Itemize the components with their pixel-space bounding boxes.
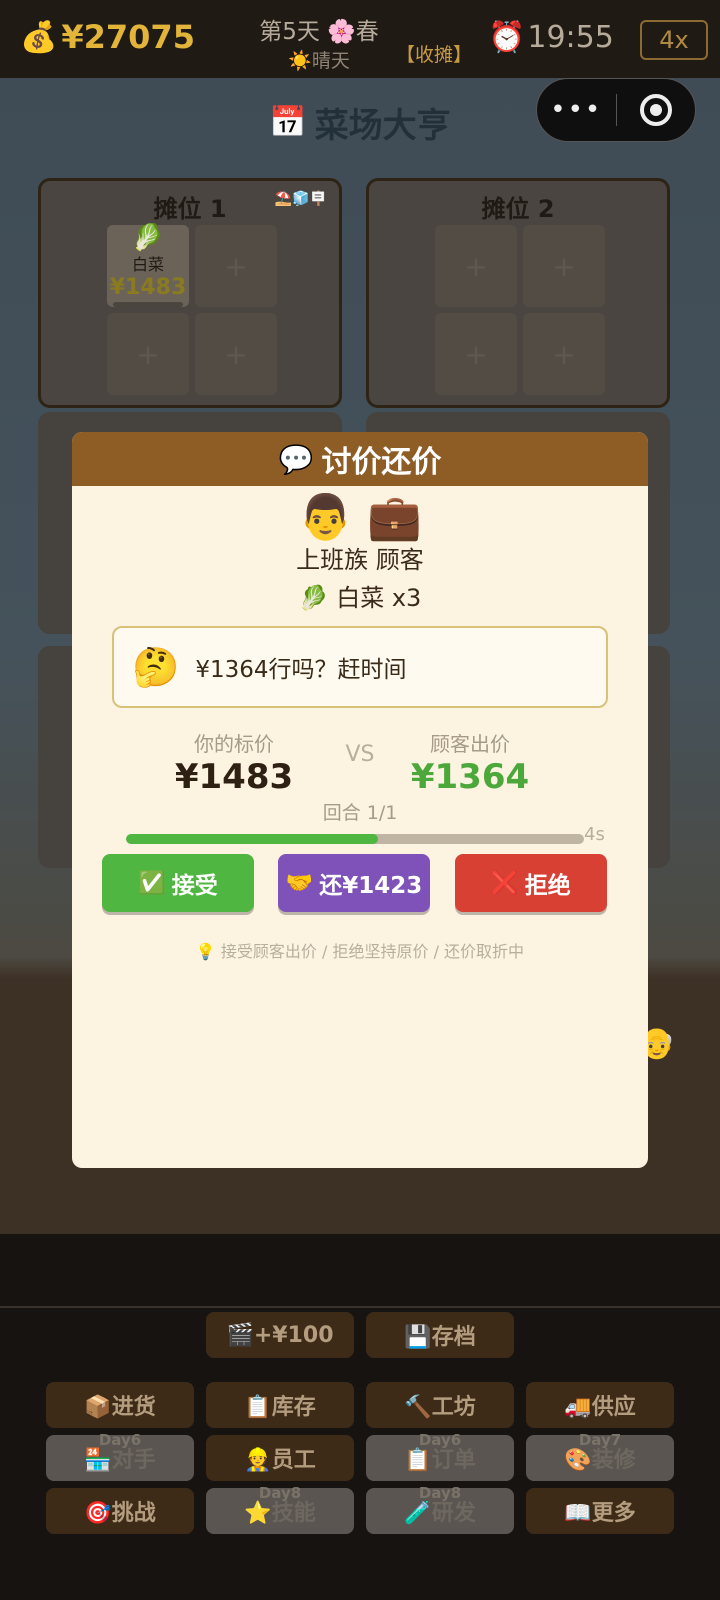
money-value: ¥27075 (61, 18, 195, 56)
accept-button[interactable]: ✅ 接受 (102, 854, 254, 912)
menu-button-label: 📦进货 (84, 1395, 156, 1420)
menu-button-7[interactable]: 🎨装修 Day7 (526, 1431, 674, 1481)
dialog-header: 💬 讨价还价 (72, 432, 648, 486)
menu-button-label: 📖更多 (564, 1501, 636, 1526)
menu-button-label: 👷员工 (244, 1448, 316, 1473)
cross-icon: ❌ (491, 870, 519, 896)
menu-button-3[interactable]: 🚚供应 (526, 1382, 674, 1428)
requested-item: 🥬 白菜 x3 (298, 584, 422, 612)
reject-button[interactable]: ❌ 拒绝 (455, 854, 607, 912)
accept-label: 接受 (171, 873, 218, 899)
menu-button-2[interactable]: 🔨工坊 (366, 1382, 514, 1428)
check-icon: ✅ (138, 870, 166, 896)
stall-slot-empty[interactable]: + (523, 313, 605, 395)
offer-price-value: ¥1364 (410, 757, 530, 797)
stall-slot-empty[interactable]: + (435, 313, 517, 395)
slot-item-price: ¥1483 (109, 275, 187, 300)
blossom-icon: 🌸 (327, 19, 356, 45)
menu-button-label: 📋库存 (244, 1395, 316, 1420)
unlock-day-label: Day7 (578, 1431, 622, 1449)
day-info: 第5天 🌸春 ☀️晴天 (254, 12, 384, 73)
customer-type: 上班族 顾客 (296, 546, 424, 574)
menu-button-label: 🎯挑战 (84, 1501, 156, 1526)
money-display: 💰 ¥27075 (20, 18, 195, 56)
slot-stock-bar (113, 302, 183, 307)
stall-slot-empty[interactable]: + (195, 225, 277, 307)
alarm-clock-icon: ⏰ (488, 20, 526, 55)
timer-bar (126, 834, 584, 844)
stall-2-label: 摊位 2 (481, 195, 555, 223)
menu-button-11[interactable]: 📖更多 (526, 1488, 674, 1534)
speech-text: ¥1364行吗？赶时间 (195, 657, 407, 683)
unlock-day-label: Day8 (418, 1484, 462, 1502)
bargain-dialog: 💬 讨价还价 👨 💼 上班族 顾客 🥬 白菜 x3 🤔 ¥1364行吗？赶时间 … (72, 432, 648, 1168)
handshake-icon: 🤝 (285, 870, 314, 896)
season-label: 春 (355, 19, 379, 45)
day-label: 第5天 (259, 19, 320, 45)
timer-text: 4s (584, 824, 605, 845)
customer-speech: 🤔 ¥1364行吗？赶时间 (112, 626, 608, 708)
stall-slot-empty[interactable]: + (523, 225, 605, 307)
stall-slot-empty[interactable]: + (195, 313, 277, 395)
game-clock: ⏰ 19:55 (488, 20, 614, 55)
weather-label: 晴天 (311, 50, 350, 72)
menu-button-4[interactable]: 🏪对手 Day6 (46, 1431, 194, 1481)
divider (0, 1306, 720, 1308)
offer-price-label: 顾客出价 (430, 732, 510, 756)
mini-program-capsule: ••• (536, 78, 696, 142)
menu-button-10[interactable]: 🧪研发 Day8 (366, 1484, 514, 1534)
clock-time: 19:55 (527, 20, 614, 55)
menu-button-5[interactable]: 👷员工 (206, 1435, 354, 1481)
save-button[interactable]: 💾存档 (366, 1312, 514, 1358)
unlock-day-label: Day6 (418, 1431, 462, 1449)
close-stall-button[interactable]: 【收摊】 (396, 40, 472, 67)
unlock-day-label: Day8 (258, 1484, 302, 1502)
money-bag-icon: 💰 (20, 19, 58, 55)
cabbage-icon: 🥬 (131, 223, 165, 253)
counter-offer-button[interactable]: 🤝 还¥1423 (278, 854, 430, 912)
calendar-icon: 📅 (269, 105, 307, 140)
menu-button-0[interactable]: 📦进货 (46, 1382, 194, 1428)
slot-item-name: 白菜 (131, 255, 164, 274)
stall-slot-empty[interactable]: + (435, 225, 517, 307)
counter-label: 还¥1423 (319, 873, 423, 899)
menu-button-label: 🔨工坊 (404, 1395, 476, 1420)
menu-button-9[interactable]: ⭐技能 Day8 (206, 1484, 354, 1534)
sun-icon: ☀️ (288, 50, 312, 72)
thinking-face-icon: 🤔 (132, 644, 180, 689)
top-bar: 💰 ¥27075 第5天 🌸春 ☀️晴天 【收摊】 ⏰ 19:55 4x (0, 0, 720, 78)
dialog-title: 讨价还价 (321, 445, 442, 480)
stall-1[interactable]: 摊位 1 ⛱️🧊🪧 🥬 白菜 ¥1483 551 + + + (38, 178, 342, 408)
reject-label: 拒绝 (524, 873, 571, 899)
customer-avatar: 👨 💼 (298, 492, 422, 543)
offer-price-block: 顾客出价 ¥1364 (370, 728, 570, 797)
menu-button-8[interactable]: 🎯挑战 (46, 1488, 194, 1534)
close-capsule-button[interactable] (617, 94, 696, 126)
speed-button[interactable]: 4x (640, 20, 708, 60)
watch-ad-button[interactable]: 🎬+¥100 (206, 1312, 354, 1358)
stall-slot-filled[interactable]: 🥬 白菜 ¥1483 (107, 225, 189, 307)
stall-slot-empty[interactable]: + (107, 313, 189, 395)
unlock-day-label: Day6 (98, 1431, 142, 1449)
menu-button-6[interactable]: 📋订单 Day6 (366, 1431, 514, 1481)
game-title-text: 菜场大亨 (314, 106, 451, 146)
timer-bar-fill (126, 834, 378, 844)
menu-button-label: 🚚供应 (564, 1395, 636, 1420)
more-dots-icon[interactable]: ••• (537, 95, 616, 125)
stall-2[interactable]: 摊位 2 + + + + (366, 178, 670, 408)
speech-bubble-icon: 💬 (278, 442, 314, 476)
stall-decor-icons: ⛱️🧊🪧 (274, 191, 327, 207)
menu-button-1[interactable]: 📋库存 (206, 1382, 354, 1428)
target-icon (639, 94, 672, 126)
dialog-hint: 💡 接受顾客出价 / 拒绝坚持原价 / 还价取折中 (195, 942, 525, 961)
round-counter: 回合 1/1 (322, 802, 398, 824)
